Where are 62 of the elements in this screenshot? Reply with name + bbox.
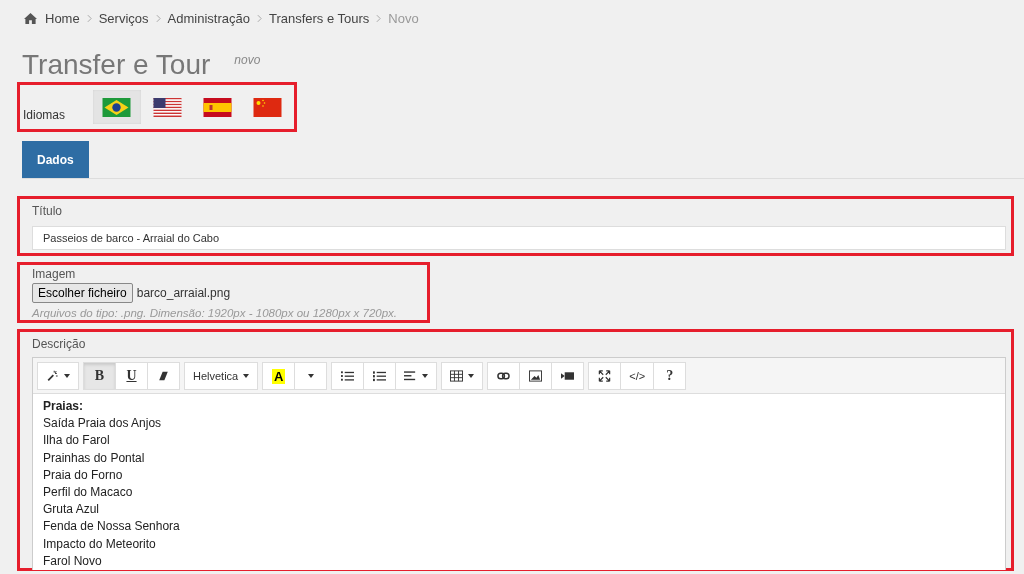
field-label: Descrição: [32, 336, 87, 353]
editor-text-line: Farol Novo: [43, 552, 103, 570]
image-icon: [529, 370, 543, 382]
page-title: Transfer e Tour: [22, 49, 211, 81]
editor-text-line: Ilha do Farol: [43, 432, 111, 450]
page-subtitle: novo: [234, 53, 261, 67]
breadcrumb-link[interactable]: Administração: [167, 10, 250, 26]
flag-icon: [152, 97, 182, 117]
editor-text-line: Saída Praia dos Anjos: [43, 415, 163, 433]
font-button[interactable]: Helvetica: [184, 362, 259, 390]
breadcrumb-link[interactable]: Serviços: [98, 10, 149, 26]
magic-wand-icon: [46, 370, 59, 382]
underline-button[interactable]: U: [115, 362, 148, 390]
breadcrumb-link[interactable]: Transfers e Tours: [268, 10, 370, 26]
magic-button[interactable]: [37, 362, 79, 390]
ol-button[interactable]: [363, 362, 397, 390]
link-icon: [497, 370, 511, 382]
fullscreen-icon: [598, 370, 612, 382]
bullet-list-icon: [341, 370, 355, 382]
video-icon: [561, 370, 575, 382]
rich-text-editor[interactable]: B U Helvetica A </> ? Praias: Saída Praia dos Anjos Ilha do Farol Prainhas do Pontal Praia do Forno Perfil do Macaco Gruta Azul Fenda de Nossa Senhora Impacto do Meteorito Farol Novo: [32, 357, 1006, 571]
align-button[interactable]: [395, 362, 438, 390]
eraser-button[interactable]: [147, 362, 180, 390]
eraser-icon: [157, 370, 170, 382]
editor-text-line: Impacto do Meteorito: [43, 535, 157, 553]
numbered-list-icon: [373, 370, 387, 382]
chevron-icon: [376, 13, 382, 23]
field-label: Título: [32, 203, 63, 220]
field-label: Imagem: [32, 266, 77, 283]
editor-text-line: Gruta Azul: [43, 501, 101, 519]
color-button[interactable]: A: [262, 362, 296, 390]
image-button[interactable]: [519, 362, 553, 390]
chevron-icon: [86, 13, 92, 23]
editor-text-line: Fenda de Nossa Senhora: [43, 518, 181, 536]
editor-text-line: Praia do Forno: [43, 466, 124, 484]
help-text: Arquivos do tipo: .png. Dimensão: 1920px - 1080px ou 1280px x 720px.: [32, 307, 399, 319]
flag-icon: [102, 97, 132, 117]
tab[interactable]: Dados: [22, 141, 89, 178]
flag-icon: [203, 97, 232, 117]
flag-icon: [253, 97, 283, 117]
home-icon: [23, 11, 38, 25]
help-button[interactable]: ?: [653, 362, 687, 390]
editor-text-line: Praias:: [43, 398, 85, 415]
file-name: barco_arraial.png: [136, 286, 231, 300]
ul-button[interactable]: [331, 362, 365, 390]
editor-text-line: Perfil do Macaco: [43, 484, 134, 501]
code-button[interactable]: </>: [620, 362, 655, 390]
languages-label: Idiomas: [23, 108, 67, 122]
editor-text-line: Prainhas do Pontal: [43, 449, 146, 467]
link-button[interactable]: [487, 362, 521, 390]
bold-button[interactable]: B: [83, 362, 116, 390]
chevron-icon: [256, 13, 262, 23]
choose-file-button[interactable]: Escolher ficheiro: [32, 283, 133, 303]
video-button[interactable]: [551, 362, 585, 390]
input-field[interactable]: Passeios de barco - Arraial do Cabo: [32, 226, 1006, 250]
fullscreen-button[interactable]: [588, 362, 622, 390]
table-button[interactable]: [441, 362, 484, 390]
breadcrumb-link[interactable]: Home: [45, 10, 80, 26]
align-left-icon: [404, 370, 418, 382]
table-icon: [450, 370, 464, 382]
chevron-icon: [155, 13, 161, 23]
language-button[interactable]: [92, 90, 141, 124]
